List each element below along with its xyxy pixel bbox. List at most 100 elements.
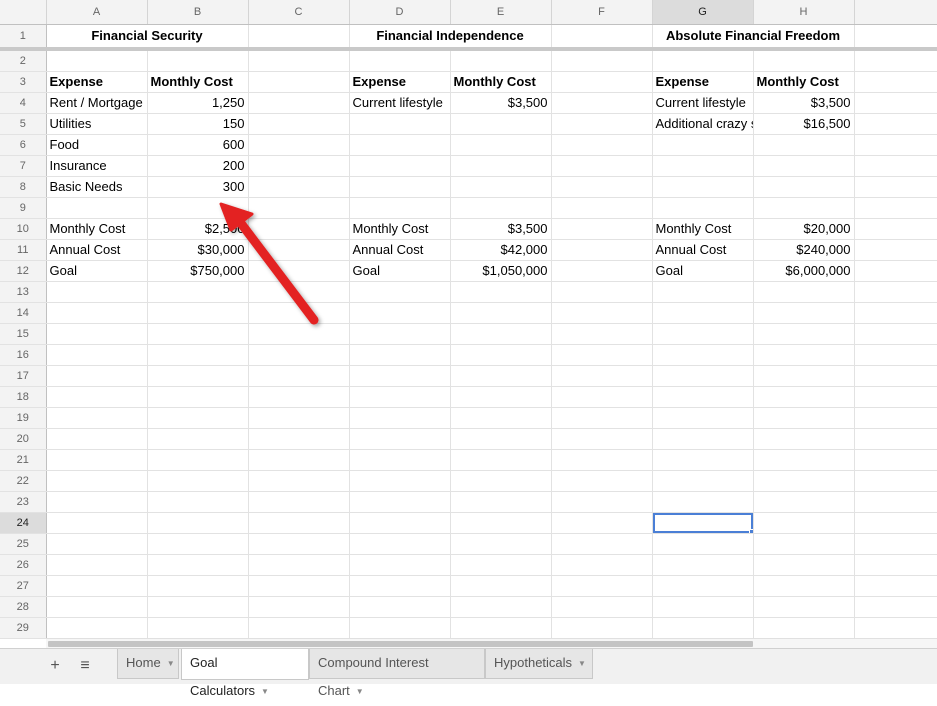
freedom-monthly-cost-header[interactable]: Monthly Cost xyxy=(753,71,855,93)
cell[interactable] xyxy=(652,533,754,555)
expense-value[interactable]: $3,500 xyxy=(450,92,552,114)
cell[interactable] xyxy=(46,49,148,72)
cell[interactable] xyxy=(248,365,350,387)
cell[interactable] xyxy=(551,71,653,93)
cell[interactable] xyxy=(450,344,552,366)
row-header[interactable]: 19 xyxy=(0,407,47,429)
cell[interactable] xyxy=(652,449,754,471)
row-header[interactable]: 7 xyxy=(0,155,47,177)
cell[interactable] xyxy=(551,49,653,72)
row-header[interactable]: 11 xyxy=(0,239,47,261)
row-header[interactable]: 23 xyxy=(0,491,47,513)
cell[interactable] xyxy=(652,491,754,513)
row-header[interactable]: 22 xyxy=(0,470,47,492)
expense-value[interactable]: 600 xyxy=(147,134,249,156)
row-header[interactable]: 28 xyxy=(0,596,47,618)
cell[interactable] xyxy=(854,281,937,303)
cell[interactable] xyxy=(147,49,249,72)
cell[interactable] xyxy=(147,344,249,366)
cell[interactable] xyxy=(349,533,451,555)
cell[interactable] xyxy=(652,386,754,408)
freedom-expense-header[interactable]: Expense xyxy=(652,71,754,93)
cell[interactable] xyxy=(147,197,249,219)
row-header[interactable]: 21 xyxy=(0,449,47,471)
cell[interactable] xyxy=(753,428,855,450)
cell[interactable] xyxy=(248,49,350,72)
cell[interactable] xyxy=(652,49,754,72)
column-header-i[interactable]: I xyxy=(854,0,937,25)
cell[interactable] xyxy=(652,617,754,639)
cell[interactable] xyxy=(450,323,552,345)
cell[interactable] xyxy=(450,134,552,156)
cell[interactable] xyxy=(551,575,653,597)
cell[interactable] xyxy=(450,386,552,408)
cell[interactable] xyxy=(147,512,249,534)
cell[interactable] xyxy=(854,512,937,534)
summary-value[interactable]: $2,500 xyxy=(147,218,249,240)
cell[interactable] xyxy=(854,92,937,114)
cell[interactable] xyxy=(551,386,653,408)
cell[interactable] xyxy=(248,260,350,282)
cell[interactable] xyxy=(46,197,148,219)
cell[interactable] xyxy=(248,92,350,114)
cell[interactable] xyxy=(753,617,855,639)
cell[interactable] xyxy=(854,596,937,618)
cell[interactable] xyxy=(248,491,350,513)
cell[interactable] xyxy=(753,281,855,303)
cell[interactable] xyxy=(551,239,653,261)
cell[interactable] xyxy=(248,449,350,471)
row-header[interactable]: 18 xyxy=(0,386,47,408)
cell[interactable] xyxy=(248,533,350,555)
cell[interactable] xyxy=(147,281,249,303)
cell[interactable] xyxy=(854,554,937,576)
cell[interactable] xyxy=(46,512,148,534)
tab-compound-interest-chart[interactable]: Compound Interest Chart ▼ xyxy=(309,649,485,698)
cell[interactable] xyxy=(147,302,249,324)
row-header[interactable]: 9 xyxy=(0,197,47,219)
cell[interactable] xyxy=(753,49,855,72)
column-header-e[interactable]: E xyxy=(450,0,552,25)
cell[interactable] xyxy=(753,575,855,597)
cell[interactable] xyxy=(248,575,350,597)
cell[interactable] xyxy=(248,596,350,618)
chevron-down-icon[interactable]: ▼ xyxy=(261,687,269,696)
row-header[interactable]: 15 xyxy=(0,323,47,345)
cell[interactable] xyxy=(450,113,552,135)
cell[interactable] xyxy=(551,134,653,156)
row-header[interactable]: 1 xyxy=(0,24,47,51)
cell[interactable] xyxy=(46,428,148,450)
summary-label[interactable]: Goal xyxy=(652,260,754,282)
cell[interactable] xyxy=(450,554,552,576)
cell[interactable] xyxy=(248,344,350,366)
cell[interactable] xyxy=(753,491,855,513)
list-icon[interactable]: ≡ xyxy=(76,657,94,675)
summary-value[interactable]: $20,000 xyxy=(753,218,855,240)
cell[interactable] xyxy=(349,134,451,156)
cell[interactable] xyxy=(248,428,350,450)
row-header[interactable]: 27 xyxy=(0,575,47,597)
financial-security-title[interactable]: Financial Security xyxy=(46,24,249,51)
cell[interactable] xyxy=(46,323,148,345)
cell[interactable] xyxy=(652,176,754,198)
cell[interactable] xyxy=(46,596,148,618)
cell[interactable] xyxy=(450,197,552,219)
summary-value[interactable]: $30,000 xyxy=(147,239,249,261)
cell[interactable] xyxy=(551,176,653,198)
summary-label[interactable]: Annual Cost xyxy=(652,239,754,261)
summary-label[interactable]: Annual Cost xyxy=(46,239,148,261)
cell[interactable] xyxy=(248,113,350,135)
cell[interactable] xyxy=(248,470,350,492)
cell[interactable] xyxy=(450,49,552,72)
cell[interactable] xyxy=(652,554,754,576)
tab-hypotheticals[interactable]: Hypotheticals ▼ xyxy=(485,649,593,679)
cell[interactable] xyxy=(450,365,552,387)
cell[interactable] xyxy=(349,386,451,408)
cell[interactable] xyxy=(147,596,249,618)
row-header[interactable]: 16 xyxy=(0,344,47,366)
cell[interactable] xyxy=(652,596,754,618)
cell[interactable] xyxy=(450,302,552,324)
expense-value[interactable]: 150 xyxy=(147,113,249,135)
row-header[interactable]: 8 xyxy=(0,176,47,198)
cell[interactable] xyxy=(46,302,148,324)
row-header[interactable]: 2 xyxy=(0,49,47,72)
